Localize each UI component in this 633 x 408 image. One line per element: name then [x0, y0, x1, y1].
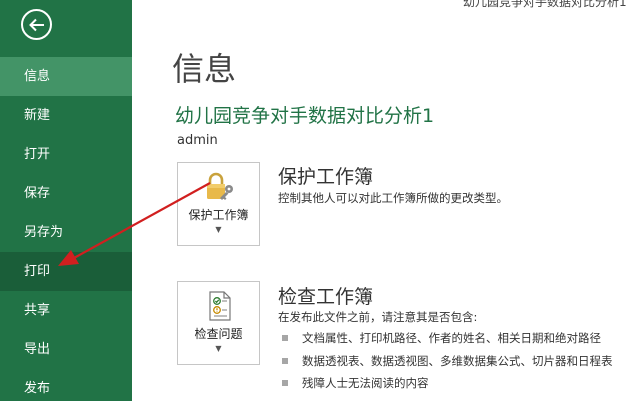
nav-save[interactable]: 保存: [0, 174, 132, 213]
inspect-workbook-description: 在发布此文件之前，请注意其是否包含:: [278, 310, 478, 324]
nav-export[interactable]: 导出: [0, 330, 132, 369]
nav-open[interactable]: 打开: [0, 135, 132, 174]
nav-info[interactable]: 信息: [0, 57, 132, 96]
list-item: 数据透视表、数据透视图、多维数据集公式、切片器和日程表: [278, 353, 613, 376]
protect-workbook-heading: 保护工作簿: [278, 166, 374, 188]
page-title: 信息: [172, 50, 237, 88]
protect-workbook-button[interactable]: 保护工作簿 ▼: [177, 162, 260, 246]
list-item: 残障人士无法阅读的内容: [278, 375, 613, 398]
bullet-square-icon: [282, 357, 288, 364]
backstage-sidebar: 信息 新建 打开 保存 另存为 打印 共享 导出 发布: [0, 0, 132, 401]
lock-key-icon: [207, 172, 233, 200]
inspect-bullet-list: 文档属性、打印机路径、作者的姓名、相关日期和绝对路径 数据透视表、数据透视图、多…: [278, 330, 613, 398]
bullet-square-icon: [282, 335, 288, 341]
check-for-issues-tile-label: 检查问题: [194, 327, 243, 341]
nav-share[interactable]: 共享: [0, 291, 132, 330]
document-owner: admin: [177, 133, 218, 148]
back-arrow-icon: [29, 18, 44, 31]
protect-workbook-description: 控制其他人可以对此工作簿所做的更改类型。: [278, 191, 508, 205]
nav-publish[interactable]: 发布: [0, 369, 132, 408]
list-item: 文档属性、打印机路径、作者的姓名、相关日期和绝对路径: [278, 330, 613, 353]
check-for-issues-button[interactable]: 检查问题 ▼: [177, 281, 260, 365]
window-title: 幼儿园竞争对手数据对比分析1: [463, 0, 627, 9]
back-button[interactable]: [21, 9, 52, 40]
chevron-down-icon: ▼: [215, 225, 222, 234]
inspect-workbook-heading: 检查工作簿: [278, 286, 374, 308]
bullet-text: 文档属性、打印机路径、作者的姓名、相关日期和绝对路径: [302, 331, 601, 345]
bullet-square-icon: [282, 380, 288, 386]
nav-save-as[interactable]: 另存为: [0, 213, 132, 252]
bullet-text: 残障人士无法阅读的内容: [302, 376, 429, 390]
info-panel: 幼儿园竞争对手数据对比分析1 信息 幼儿园竞争对手数据对比分析1 admin 保…: [132, 0, 633, 401]
document-title: 幼儿园竞争对手数据对比分析1: [175, 105, 435, 127]
backstage-nav: 信息 新建 打开 保存 另存为 打印 共享 导出 发布: [0, 57, 132, 408]
protect-workbook-tile-label: 保护工作簿: [188, 208, 249, 222]
nav-print[interactable]: 打印: [0, 252, 132, 291]
chevron-down-icon: ▼: [215, 344, 222, 353]
checklist-icon: [209, 291, 231, 321]
nav-new[interactable]: 新建: [0, 96, 132, 135]
bullet-text: 数据透视表、数据透视图、多维数据集公式、切片器和日程表: [302, 353, 613, 368]
